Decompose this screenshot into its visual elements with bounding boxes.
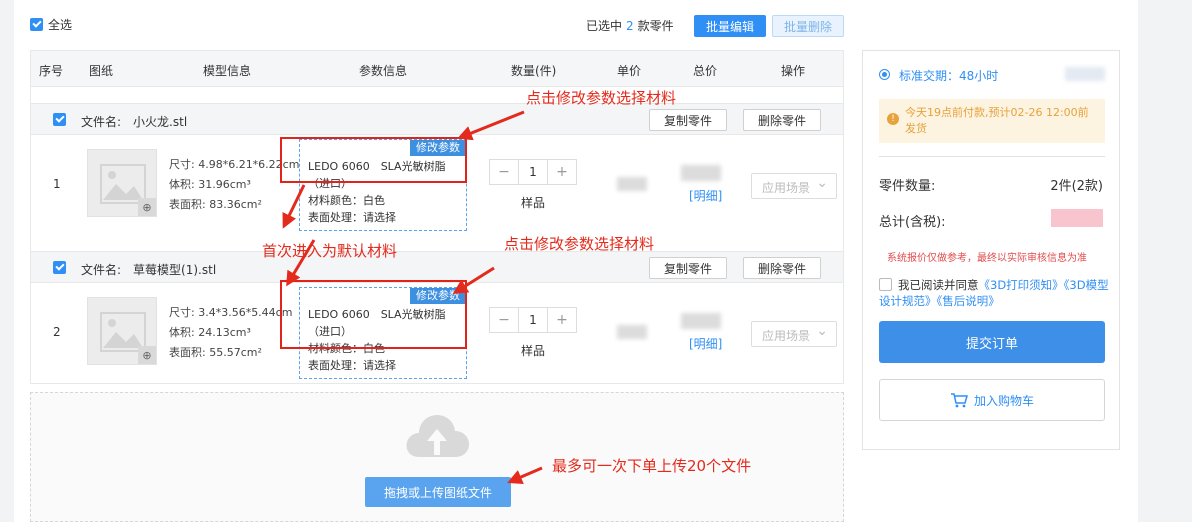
annotation-arrows [282, 110, 543, 484]
order-page: 全选 已选中 2 款零件 批量编辑 批量删除 序号 图纸 模型信息 参数信息 数量(… [14, 0, 1138, 522]
